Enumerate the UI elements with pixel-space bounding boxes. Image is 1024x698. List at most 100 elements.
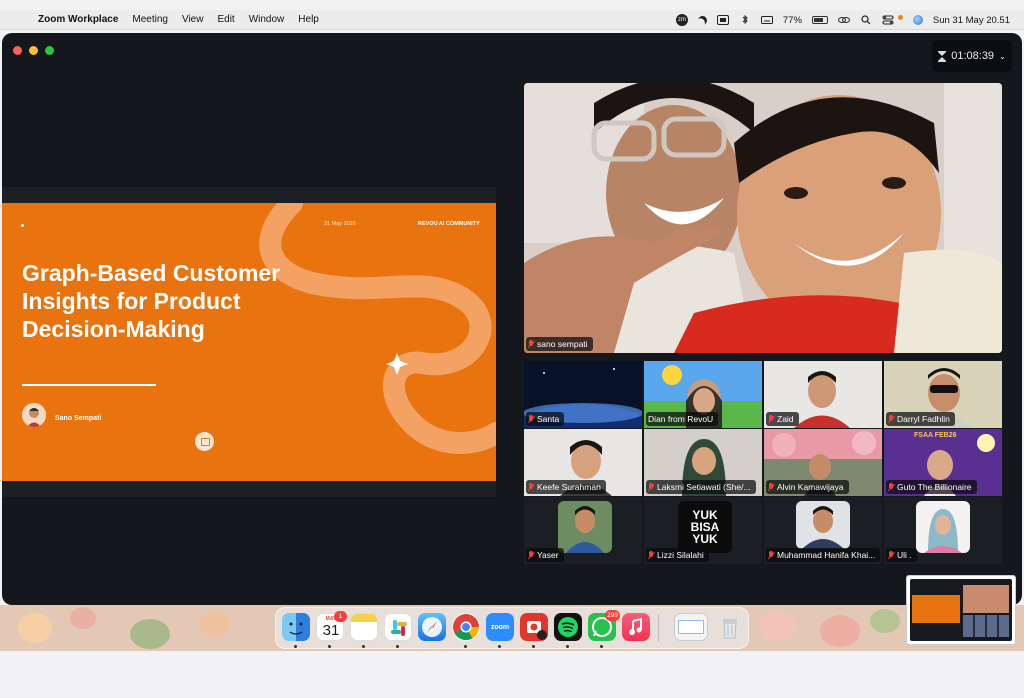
window-close-button[interactable] [13,46,22,55]
menu-view[interactable]: View [182,14,204,25]
notes-icon[interactable] [350,613,378,641]
status-area: zm 77% Sun 31 May 20.51 [675,10,1010,30]
window-fullscreen-button[interactable] [45,46,54,55]
focus-moon-icon[interactable] [696,14,708,26]
participant-name: Lizzi Silalahi [657,550,704,560]
battery-icon[interactable] [811,16,828,24]
participant-label: Dian from RevoU [646,412,719,426]
zoom-app-label: zoom [490,623,510,631]
calendar-icon[interactable]: MAY 31 1 [316,611,347,641]
window-minimize-button[interactable] [29,46,38,55]
shared-screen[interactable]: 31 May 2026 REVOU AI COMMUNITY Graph-Bas… [2,187,496,497]
thumb-gallery [963,615,1009,637]
control-center-icon[interactable] [882,15,894,25]
wallpaper-flower [870,609,900,633]
participant-tile[interactable]: Darryl Fadhlin [884,361,1002,428]
avatar-text: YUK BISA YUK [690,508,720,546]
wifi-link-icon[interactable] [837,15,850,25]
participant-label: Keefe Surahman [526,480,606,494]
menubar-clock[interactable]: Sun 31 May 20.51 [933,15,1010,26]
thumb-slide [912,595,960,623]
mic-muted-icon [648,483,654,491]
participant-tile[interactable]: FSAA FEB26 Guto The Billionaire [884,429,1002,496]
slack-icon[interactable] [384,613,412,641]
menu-bar: Zoom Workplace Meeting View Edit Window … [0,10,1024,30]
whatsapp-icon[interactable]: 299 [588,610,620,641]
participant-tile[interactable]: Yaser [524,497,642,564]
participant-label: Laksmi Setiawati (She/... [646,480,756,494]
active-speaker-feed [524,83,1002,353]
participant-tile[interactable]: Alvin Kamawijaya [764,429,882,496]
mic-muted-icon [528,340,534,348]
wallpaper-flower [70,607,96,629]
spotify-icon[interactable] [554,613,582,641]
active-speaker-video[interactable]: sano sempati [524,83,1002,353]
meeting-thumbnail-content [910,579,1012,641]
running-indicator [566,645,569,648]
whatsapp-badge: 299 [605,610,620,621]
recent-window-icon[interactable] [674,613,708,641]
active-speaker-label: sano sempati [526,337,593,351]
mic-muted-icon [528,415,534,423]
participant-tile[interactable]: Uli . [884,497,1002,564]
zoom-app-icon[interactable]: zoom [486,613,514,641]
participant-tile[interactable]: Santa [524,361,642,428]
participant-tile[interactable]: Laksmi Setiawati (She/... [644,429,762,496]
running-indicator [362,645,365,648]
recent-window-thumb [678,620,704,634]
calendar-day: 31 [322,622,340,639]
menu-help[interactable]: Help [298,14,319,25]
participant-label: Alvin Kamawijaya [766,480,849,494]
slide-speaker-name: Sano Sempati [55,415,102,422]
participant-tile[interactable]: YUK BISA YUK Lizzi Silalahi [644,497,762,564]
participant-label: Guto The Billionaire [886,480,977,494]
running-indicator [464,645,467,648]
slide-divider [22,384,156,386]
desktop: Zoom Workplace Meeting View Edit Window … [0,0,1024,698]
chat-bubble-icon[interactable] [195,432,214,451]
participant-name: Laksmi Setiawati (She/... [657,482,751,492]
participant-name: Alvin Kamawijaya [777,482,844,492]
screen-mirror-icon[interactable] [716,15,729,25]
running-indicator [532,645,535,648]
running-indicator [498,645,501,648]
slide-community: REVOU AI COMMUNITY [418,221,480,227]
dock-divider [658,614,659,642]
mic-muted-icon [768,551,774,559]
menu-edit[interactable]: Edit [217,14,234,25]
meeting-timer[interactable]: 01:08:39 ⌄ [932,40,1012,72]
participant-name: Muhammad Hanifa Khai... [777,550,876,560]
zoom-meeting-window: 01:08:39 ⌄ 31 May 2026 REVOU AI COMMUNIT… [2,33,1022,605]
photo-booth-icon[interactable] [520,613,548,641]
music-icon[interactable] [622,613,650,641]
zoom-status-icon[interactable]: zm [675,14,688,26]
siri-icon[interactable] [912,15,923,25]
chrome-icon[interactable] [452,613,480,641]
participant-tile[interactable]: Keefe Surahman [524,429,642,496]
spotlight-search-icon[interactable] [860,15,872,25]
participant-tile[interactable]: Dian from RevoU [644,361,762,428]
meeting-thumbnail-preview[interactable] [906,575,1016,645]
keyboard-icon[interactable] [760,15,773,25]
participant-name: Keefe Surahman [537,482,601,492]
participant-tile[interactable]: Zaid [764,361,882,428]
menu-meeting[interactable]: Meeting [132,14,168,25]
recording-indicator [897,14,903,20]
safari-icon[interactable] [418,613,446,641]
menu-app-name[interactable]: Zoom Workplace [38,14,118,25]
participant-name: Santa [537,414,560,424]
menu-window[interactable]: Window [249,14,285,25]
trash-icon[interactable] [716,613,744,641]
running-indicator [328,645,331,648]
mic-muted-icon [768,415,774,423]
participant-name: Yaser [537,550,559,560]
finder-icon[interactable] [282,613,310,641]
notes-header [351,614,377,622]
bluetooth-icon[interactable] [739,15,751,25]
presentation-slide: 31 May 2026 REVOU AI COMMUNITY Graph-Bas… [2,203,496,481]
mic-muted-icon [888,551,894,559]
participant-name: Guto The Billionaire [897,482,972,492]
participant-tile[interactable]: Muhammad Hanifa Khai... [764,497,882,564]
participant-gallery: Santa Dian from RevoU Zaid Darryl Fadhli… [524,361,1002,565]
mic-muted-icon [768,483,774,491]
